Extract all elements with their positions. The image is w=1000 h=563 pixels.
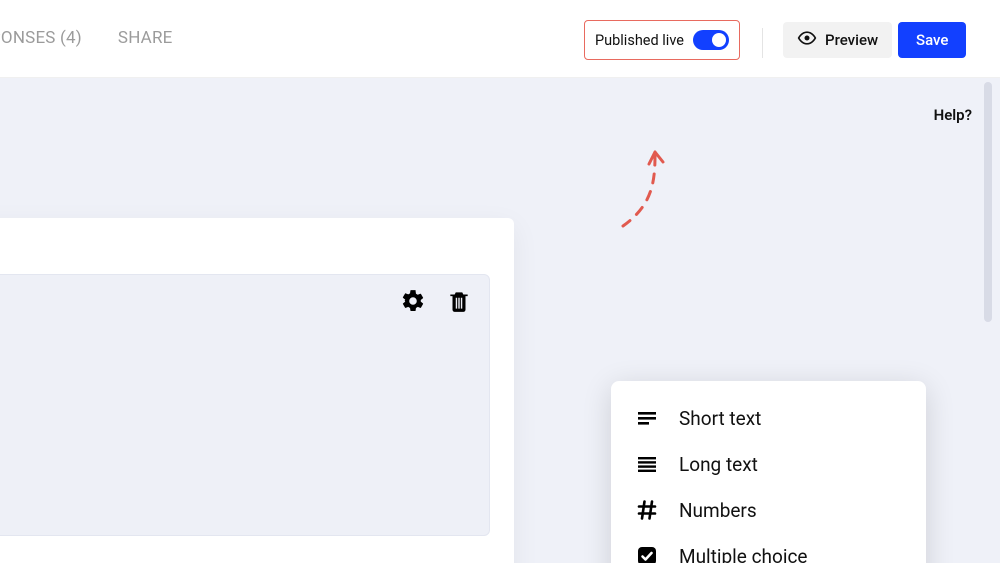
publish-toggle-group: Published live	[584, 20, 740, 60]
gear-icon[interactable]	[399, 287, 427, 315]
multiple-choice-icon	[635, 544, 659, 563]
save-button-label: Save	[916, 31, 948, 49]
numbers-icon	[635, 498, 659, 522]
publish-toggle[interactable]	[693, 30, 729, 50]
question-block[interactable]	[0, 274, 490, 536]
field-type-multiple-choice[interactable]: Multiple choice	[611, 533, 926, 563]
publish-label: Published live	[595, 32, 684, 49]
preview-button[interactable]: Preview	[783, 22, 892, 58]
short-text-icon	[635, 406, 659, 430]
field-type-label: Long text	[679, 453, 758, 476]
field-type-short-text[interactable]: Short text	[611, 395, 926, 441]
trash-icon[interactable]	[445, 287, 473, 315]
field-type-numbers[interactable]: Numbers	[611, 487, 926, 533]
field-type-label: Numbers	[679, 499, 757, 522]
editor-canvas: Help?	[0, 78, 1000, 563]
top-bar: PONSES (4) SHARE Published live Preview …	[0, 0, 1000, 78]
tab-list: PONSES (4) SHARE	[0, 28, 173, 48]
preview-button-label: Preview	[825, 31, 878, 49]
tab-share[interactable]: SHARE	[118, 28, 173, 48]
annotation-arrow	[615, 146, 675, 236]
save-button[interactable]: Save	[898, 22, 966, 58]
long-text-icon	[635, 452, 659, 476]
field-type-label: Multiple choice	[679, 545, 807, 563]
help-link[interactable]: Help?	[934, 106, 972, 124]
field-type-label: Short text	[679, 407, 761, 430]
question-actions	[399, 287, 473, 315]
tab-responses[interactable]: PONSES (4)	[0, 28, 82, 48]
scrollbar-thumb[interactable]	[984, 82, 992, 322]
field-type-long-text[interactable]: Long text	[611, 441, 926, 487]
topbar-divider	[762, 28, 763, 58]
field-type-popup: Short text Long text Numbers Multiple ch…	[611, 381, 926, 563]
eye-icon	[797, 28, 817, 52]
